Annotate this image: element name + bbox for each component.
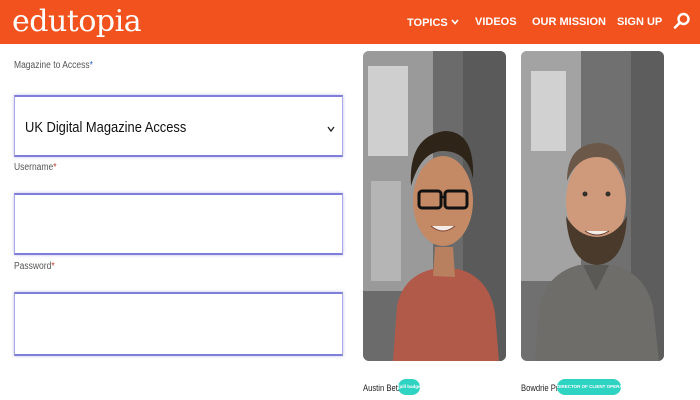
nav-our-mission[interactable]: OUR MISSION	[532, 15, 606, 29]
password-label-text: Password	[14, 261, 52, 272]
username-label-text: Username	[14, 162, 54, 173]
nav-sign-up[interactable]: SIGN UP	[617, 15, 662, 29]
magazine-select-value: UK Digital Magazine Access	[25, 119, 187, 136]
magazine-label: Magazine to Access*	[14, 60, 93, 71]
password-label: Password*	[14, 261, 55, 272]
username-field[interactable]	[14, 193, 343, 255]
staff-photo-1	[363, 51, 506, 361]
nav-topics[interactable]: TOPICS	[407, 15, 459, 30]
chevron-down-icon	[327, 121, 335, 133]
magazine-label-text: Magazine to Access	[14, 60, 90, 71]
username-label: Username*	[14, 162, 57, 173]
required-marker: *	[53, 162, 57, 173]
required-marker: *	[51, 261, 55, 272]
nav-topics-label: TOPICS	[407, 17, 448, 29]
required-marker: *	[89, 60, 93, 71]
top-nav-bar: edutopia TOPICS VIDEOS OUR MISSION SIGN …	[0, 0, 700, 44]
magazine-select[interactable]: UK Digital Magazine Access	[14, 95, 343, 157]
edutopia-logo[interactable]: edutopia	[12, 4, 142, 40]
password-field[interactable]	[14, 292, 343, 356]
role-badge: DIRECTOR OF CLIENT OPERATIONS	[557, 379, 636, 395]
staff-photo-2	[521, 51, 664, 361]
nav-videos[interactable]: VIDEOS	[475, 15, 517, 29]
chevron-down-icon	[451, 15, 459, 29]
search-icon[interactable]	[673, 12, 691, 30]
role-badge: [pill badge, text illegible]	[398, 379, 451, 395]
